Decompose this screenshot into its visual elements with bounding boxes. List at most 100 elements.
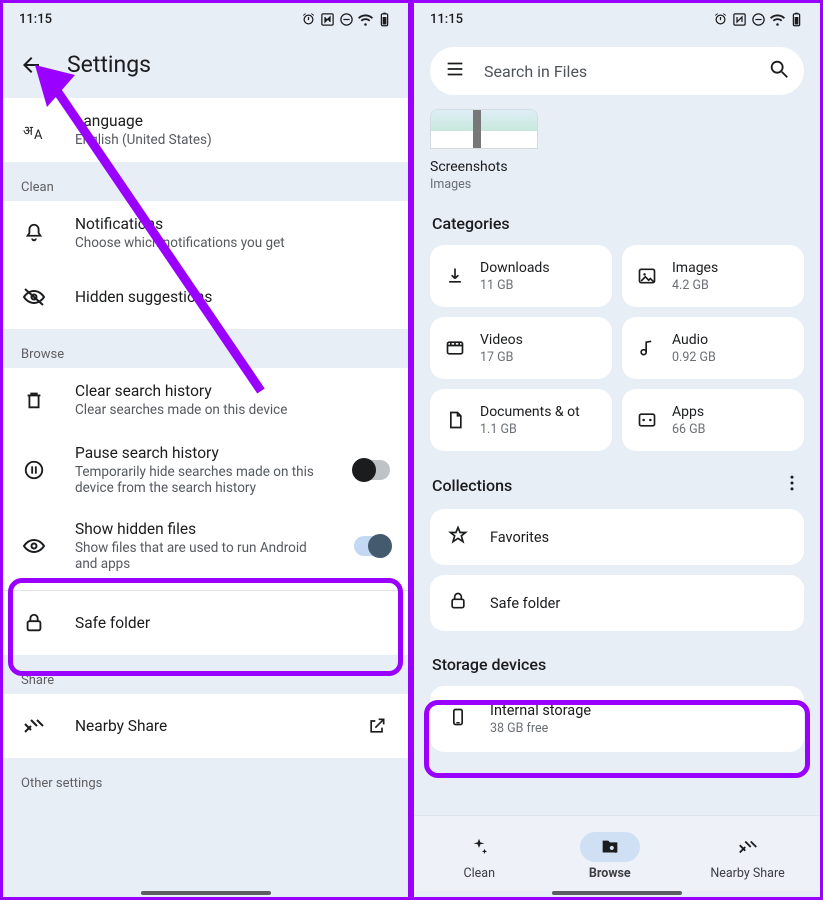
category-grid: Downloads11 GB Images4.2 GB Videos17 GB …: [414, 245, 820, 451]
home-handle-r[interactable]: [552, 891, 682, 895]
home-handle[interactable]: [141, 891, 271, 895]
row-notifications[interactable]: Notifications Choose which notifications…: [3, 201, 408, 265]
pause-search-toggle[interactable]: [354, 460, 390, 480]
safe-folder-title: Safe folder: [75, 614, 390, 632]
pause-search-sub: Temporarily hide searches made on this d…: [75, 464, 326, 496]
group-share: Share: [3, 655, 408, 694]
category-videos[interactable]: Videos17 GB: [430, 317, 612, 379]
storage-internal[interactable]: Internal storage 38 GB free: [430, 686, 804, 752]
nav-clean[interactable]: Clean: [449, 832, 509, 881]
collection-safe-folder[interactable]: Safe folder: [430, 575, 804, 631]
clear-search-title: Clear search history: [75, 382, 390, 400]
language-value: English (United States): [75, 132, 390, 148]
row-clear-search[interactable]: Clear search history Clear searches made…: [3, 368, 408, 432]
settings-header: Settings: [3, 35, 408, 98]
notifications-title: Notifications: [75, 215, 390, 233]
bell-icon: [21, 222, 47, 244]
phone-files: 11:15 Search in Files Screenshots Images…: [411, 3, 820, 897]
nav-nearby[interactable]: Nearby Share: [710, 832, 784, 881]
status-icons-r: [713, 12, 804, 27]
sparkle-icon: [468, 836, 490, 858]
category-images[interactable]: Images4.2 GB: [622, 245, 804, 307]
nav-browse[interactable]: Browse: [580, 832, 640, 881]
category-audio[interactable]: Audio0.92 GB: [622, 317, 804, 379]
group-browse: Browse: [3, 329, 408, 368]
nfc-icon: [732, 12, 747, 27]
svg-text:अ: अ: [23, 124, 34, 139]
category-documents[interactable]: Documents & other1.1 GB: [430, 389, 612, 451]
row-nearby-share[interactable]: Nearby Share: [3, 694, 408, 758]
row-pause-search[interactable]: Pause search history Temporarily hide se…: [3, 432, 408, 508]
clear-search-sub: Clear searches made on this device: [75, 402, 390, 418]
show-hidden-title: Show hidden files: [75, 520, 326, 538]
open-external-icon: [364, 716, 390, 736]
notifications-sub: Choose which notifications you get: [75, 235, 390, 251]
document-icon: [444, 410, 466, 430]
audio-icon: [636, 338, 658, 358]
search-placeholder: Search in Files: [484, 62, 768, 81]
more-icon[interactable]: [782, 473, 802, 497]
apps-icon: [636, 410, 658, 430]
lock-icon: [448, 591, 468, 615]
category-downloads[interactable]: Downloads11 GB: [430, 245, 612, 307]
row-hidden-suggestions[interactable]: Hidden suggestions: [3, 265, 408, 329]
nearby-share-title: Nearby Share: [75, 717, 336, 735]
section-categories: Categories: [414, 192, 820, 245]
alarm-icon: [713, 12, 728, 27]
status-icons: [301, 12, 392, 27]
status-time-r: 11:15: [430, 12, 463, 27]
star-icon: [448, 525, 468, 549]
status-bar-r: 11:15: [414, 3, 820, 35]
nfc-icon: [320, 12, 335, 27]
row-language[interactable]: अA Language English (United States): [3, 98, 408, 162]
row-show-hidden[interactable]: Show hidden files Show files that are us…: [3, 508, 408, 590]
svg-text:A: A: [34, 128, 43, 142]
wifi-icon: [770, 12, 785, 27]
status-bar: 11:15: [3, 3, 408, 35]
search-icon[interactable]: [768, 58, 790, 84]
lock-icon: [21, 612, 47, 634]
language-title: Language: [75, 112, 390, 130]
phone-settings: 11:15 Settings अA Language: [3, 3, 411, 897]
section-storage: Storage devices: [414, 641, 820, 686]
battery-icon: [377, 12, 392, 27]
hidden-suggestions-title: Hidden suggestions: [75, 288, 390, 306]
video-icon: [444, 338, 466, 358]
category-apps[interactable]: Apps66 GB: [622, 389, 804, 451]
search-bar[interactable]: Search in Files: [430, 47, 804, 95]
recent-collection[interactable]: Screenshots Images: [430, 109, 538, 192]
folder-search-icon: [599, 836, 621, 858]
recent-title: Screenshots: [430, 159, 538, 175]
nearby-icon: [737, 836, 759, 858]
pause-icon: [21, 459, 47, 481]
bottom-nav: Clean Browse Nearby Share: [414, 815, 820, 891]
back-button[interactable]: [19, 53, 43, 77]
pause-search-title: Pause search history: [75, 444, 326, 462]
alarm-icon: [301, 12, 316, 27]
recent-sub: Images: [430, 177, 538, 192]
arrow-left-icon: [19, 53, 43, 77]
language-icon: अA: [21, 118, 47, 142]
dnd-icon: [751, 12, 766, 27]
nearby-share-icon: [21, 714, 47, 738]
battery-icon: [789, 12, 804, 27]
dnd-icon: [339, 12, 354, 27]
eye-icon: [21, 534, 47, 558]
recent-thumbnail: [430, 109, 538, 149]
download-icon: [444, 266, 466, 286]
status-time: 11:15: [19, 12, 52, 27]
image-icon: [636, 266, 658, 286]
eye-off-icon: [21, 285, 47, 309]
show-hidden-toggle[interactable]: [354, 536, 390, 556]
settings-title: Settings: [67, 51, 151, 78]
phone-outline-icon: [448, 707, 468, 731]
collection-favorites[interactable]: Favorites: [430, 509, 804, 565]
row-safe-folder-left[interactable]: Safe folder: [3, 591, 408, 655]
group-clean: Clean: [3, 162, 408, 201]
trash-icon: [21, 389, 47, 411]
show-hidden-sub: Show files that are used to run Android …: [75, 540, 326, 572]
wifi-icon: [358, 12, 373, 27]
group-other: Other settings: [3, 758, 408, 811]
section-collections: Collections: [414, 451, 820, 509]
menu-icon[interactable]: [444, 58, 466, 84]
